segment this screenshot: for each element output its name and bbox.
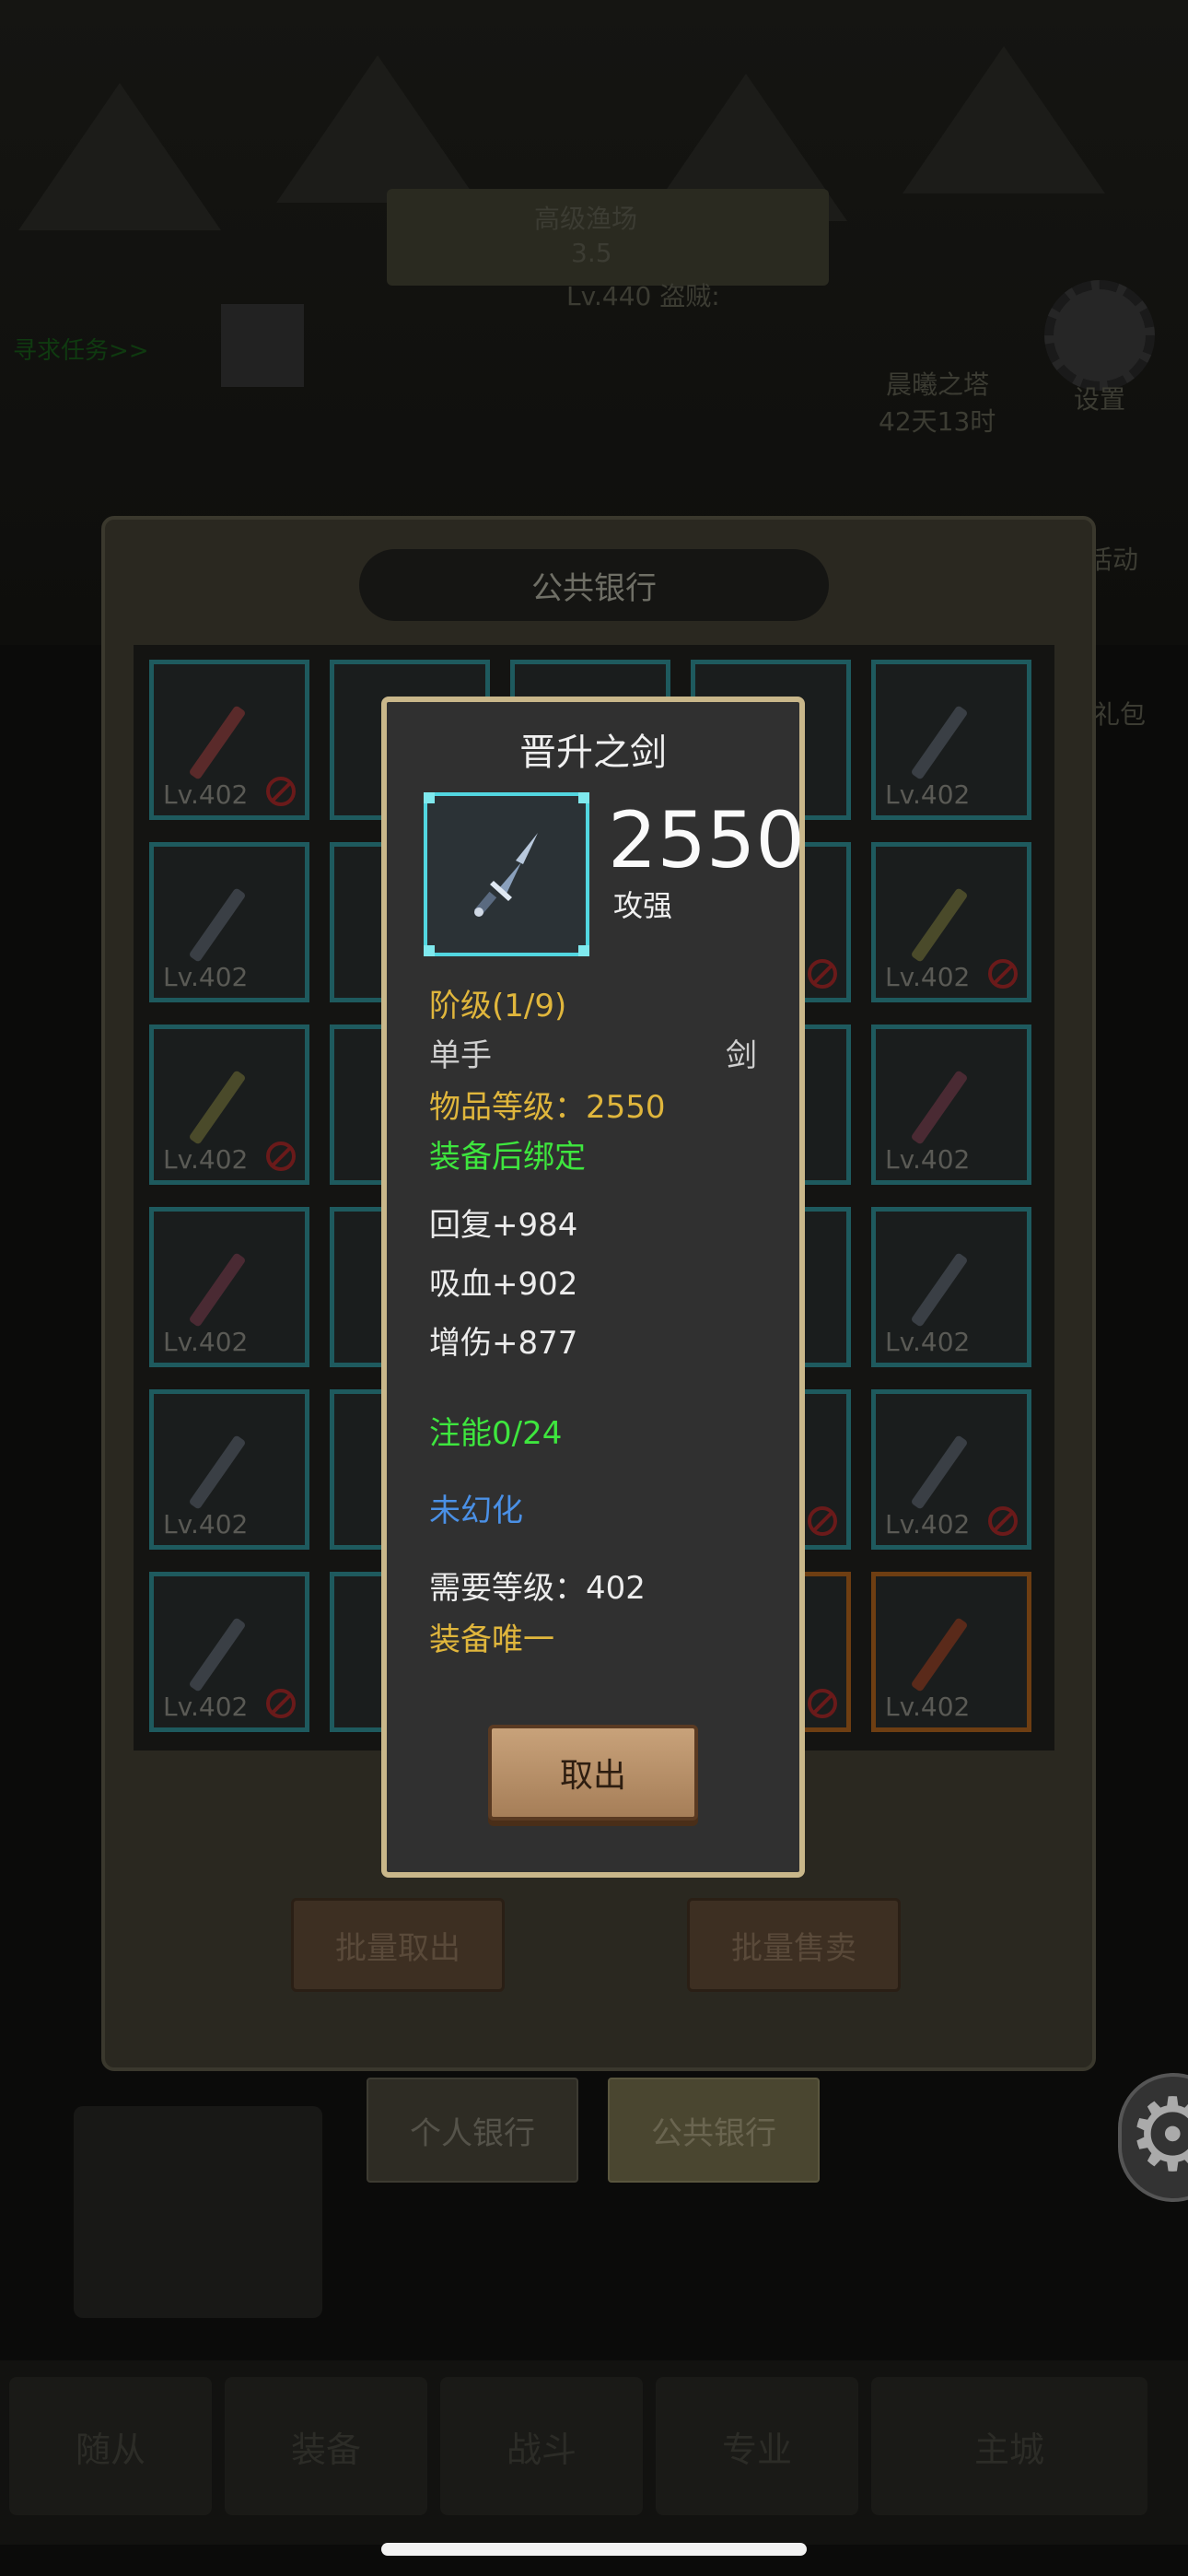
bank-slot[interactable]: Lv.402 <box>871 1207 1031 1367</box>
tower-timer: 42天13时 <box>879 406 996 437</box>
tab-public-bank[interactable]: 公共银行 <box>608 2078 820 2183</box>
locked-icon <box>988 1506 1018 1536</box>
batch-sell-button[interactable]: 批量售卖 <box>687 1898 901 1992</box>
home-indicator[interactable] <box>381 2543 807 2556</box>
required-level: 需要等级：402 <box>429 1570 646 1607</box>
banner-title: 高级渔场 <box>534 204 638 234</box>
locked-icon <box>266 777 296 806</box>
settings-label: 设置 <box>1074 384 1126 415</box>
tab-profession[interactable]: 专业 <box>656 2377 858 2515</box>
item-bind-status: 装备后绑定 <box>429 1139 586 1176</box>
item-hand-type: 单手 <box>429 1037 492 1074</box>
bank-slot[interactable]: Lv.402 <box>149 660 309 820</box>
pet-avatar[interactable] <box>74 2106 322 2318</box>
bank-slot[interactable]: Lv.402 <box>871 660 1031 820</box>
locked-icon <box>266 1689 296 1718</box>
bank-slot[interactable]: Lv.402 <box>149 1572 309 1732</box>
stat-line: 吸血+902 <box>429 1266 578 1303</box>
bank-slot[interactable]: Lv.402 <box>149 1389 309 1550</box>
item-infuse: 注能0/24 <box>429 1415 563 1452</box>
locked-icon <box>808 1689 837 1718</box>
sword-icon <box>473 833 538 917</box>
item-level: 物品等级：2550 <box>429 1089 666 1126</box>
tab-followers[interactable]: 随从 <box>9 2377 212 2515</box>
tab-main-city[interactable]: 主城 <box>871 2377 1147 2515</box>
settings-gear-icon[interactable] <box>1118 2073 1188 2202</box>
item-name: 晋升之剑 <box>519 732 667 774</box>
item-illusion: 未幻化 <box>429 1493 523 1529</box>
bank-slot[interactable]: Lv.402 <box>871 1572 1031 1732</box>
tab-personal-bank[interactable]: 个人银行 <box>367 2078 578 2183</box>
bank-slot[interactable]: Lv.402 <box>871 1389 1031 1550</box>
item-power: 2550 <box>608 795 805 885</box>
bank-slot[interactable]: Lv.402 <box>149 1025 309 1185</box>
batch-take-out-button[interactable]: 批量取出 <box>291 1898 505 1992</box>
menu-icon[interactable] <box>221 304 304 387</box>
tab-battle[interactable]: 战斗 <box>440 2377 643 2515</box>
item-unique: 装备唯一 <box>429 1622 554 1658</box>
item-power-label: 攻强 <box>613 888 673 923</box>
take-out-button[interactable]: 取出 <box>488 1725 698 1821</box>
player-level: Lv.440 盗贼: <box>566 281 720 311</box>
bank-slot[interactable]: Lv.402 <box>871 842 1031 1002</box>
stat-line: 回复+984 <box>429 1207 578 1244</box>
roof-silhouette <box>903 46 1105 193</box>
roof-silhouette <box>276 55 479 203</box>
tab-equipment[interactable]: 装备 <box>225 2377 427 2515</box>
banner-subtitle: 3.5 <box>571 238 612 268</box>
pack-label: 礼包 <box>1094 699 1147 730</box>
item-tier: 阶级(1/9) <box>429 988 567 1025</box>
stat-line: 增伤+877 <box>429 1325 578 1362</box>
locked-icon <box>808 959 837 989</box>
bank-title: 公共银行 <box>359 549 829 621</box>
bank-slot[interactable]: Lv.402 <box>871 1025 1031 1185</box>
settings-gear-icon[interactable] <box>1044 280 1155 391</box>
tower-label: 晨曦之塔 <box>886 369 990 400</box>
bank-slot[interactable]: Lv.402 <box>149 1207 309 1367</box>
locked-icon <box>266 1142 296 1171</box>
locked-icon <box>988 959 1018 989</box>
locked-icon <box>808 1506 837 1536</box>
bank-slot[interactable]: Lv.402 <box>149 842 309 1002</box>
quest-link[interactable]: 寻求任务>> <box>13 332 149 366</box>
roof-silhouette <box>18 83 221 230</box>
item-weapon-type: 剑 <box>726 1037 757 1074</box>
